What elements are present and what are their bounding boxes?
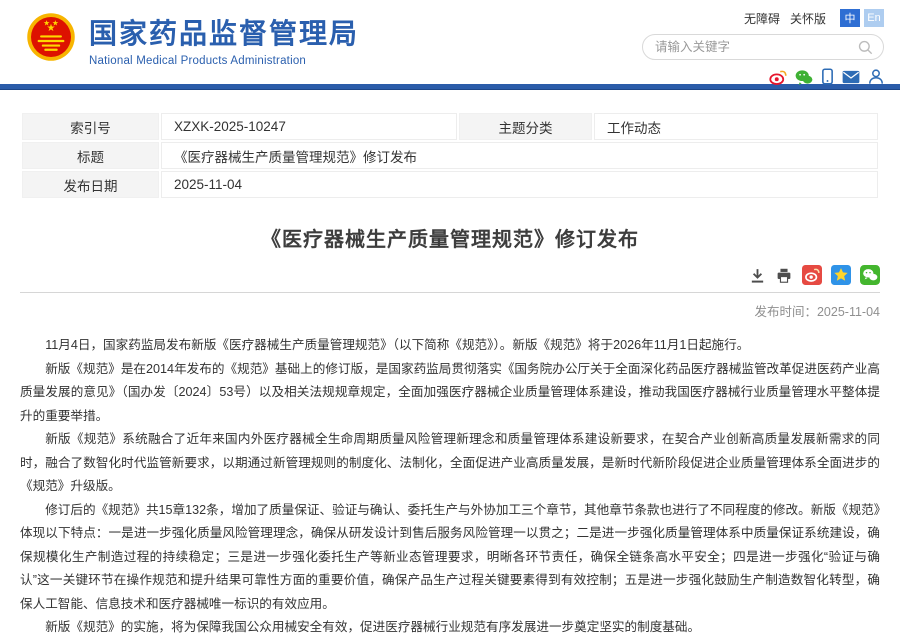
info-label-pubdate: 发布日期 — [22, 171, 159, 198]
article-paragraph: 修订后的《规范》共15章132条，增加了质量保证、验证与确认、委托生产与外协加工… — [20, 499, 880, 617]
wechat-icon[interactable] — [795, 69, 813, 85]
header-right: 无障碍 关怀版 中 En — [642, 9, 884, 85]
accessibility-link[interactable]: 无障碍 — [744, 10, 780, 27]
info-value-index: XZXK-2025-10247 — [161, 113, 457, 140]
publish-time-value: 2025-11-04 — [817, 305, 880, 319]
site-title-en: National Medical Products Administration — [89, 55, 359, 67]
table-row: 发布日期 2025-11-04 — [22, 171, 878, 198]
table-row: 标题 《医疗器械生产质量管理规范》修订发布 — [22, 142, 878, 169]
weibo-icon[interactable] — [769, 69, 787, 85]
publish-time: 发布时间：2025-11-04 — [20, 301, 880, 320]
care-version-link[interactable]: 关怀版 — [790, 10, 826, 27]
document-info-table: 索引号 XZXK-2025-10247 主题分类 工作动态 标题 《医疗器械生产… — [20, 111, 880, 200]
header-social-icons — [642, 68, 884, 85]
download-icon[interactable] — [749, 267, 766, 284]
info-value-pubdate: 2025-11-04 — [161, 171, 878, 198]
search-input[interactable] — [655, 40, 857, 54]
mail-icon[interactable] — [842, 70, 860, 84]
site-header: ★ ★ ★ 国家药品监督管理局 National Medical Product… — [0, 0, 900, 84]
info-label-category: 主题分类 — [459, 113, 592, 140]
info-label-index: 索引号 — [22, 113, 159, 140]
top-links: 无障碍 关怀版 中 En — [642, 9, 884, 27]
article-paragraph: 新版《规范》系统融合了近年来国内外医疗器械全生命周期质量风险管理新理念和质量管理… — [20, 428, 880, 499]
article-paragraph: 新版《规范》的实施，将为保障我国公众用械安全有效，促进医疗器械行业规范有序发展进… — [20, 616, 880, 640]
site-logo-link[interactable]: ★ ★ ★ 国家药品监督管理局 National Medical Product… — [26, 11, 359, 68]
article-body: 11月4日，国家药监局发布新版《医疗器械生产质量管理规范》（以下简称《规范》）。… — [20, 334, 880, 640]
search-box[interactable] — [642, 34, 884, 60]
site-title: 国家药品监督管理局 — [89, 12, 359, 52]
wechat-share-icon[interactable] — [860, 265, 880, 285]
qzone-share-icon[interactable] — [831, 265, 851, 285]
user-icon[interactable] — [868, 68, 884, 85]
article-paragraph: 新版《规范》是在2014年发布的《规范》基础上的修订版，是国家药监局贯彻落实《国… — [20, 358, 880, 429]
brand-text: 国家药品监督管理局 National Medical Products Admi… — [89, 12, 359, 67]
svg-text:★: ★ — [47, 23, 56, 34]
article-paragraph: 11月4日，国家药监局发布新版《医疗器械生产质量管理规范》（以下简称《规范》）。… — [20, 334, 880, 358]
publish-time-label: 发布时间： — [754, 305, 817, 319]
info-label-title: 标题 — [22, 142, 159, 169]
national-emblem-icon: ★ ★ ★ — [26, 11, 76, 68]
info-value-category: 工作动态 — [594, 113, 878, 140]
lang-zh-button[interactable]: 中 — [840, 9, 860, 27]
lang-en-button[interactable]: En — [864, 9, 884, 27]
article-title: 《医疗器械生产质量管理规范》修订发布 — [20, 223, 880, 252]
print-icon[interactable] — [775, 267, 793, 284]
table-row: 索引号 XZXK-2025-10247 主题分类 工作动态 — [22, 113, 878, 140]
mobile-icon[interactable] — [821, 68, 834, 85]
document-page: 索引号 XZXK-2025-10247 主题分类 工作动态 标题 《医疗器械生产… — [0, 90, 900, 640]
search-icon[interactable] — [857, 39, 874, 56]
share-toolbar — [20, 265, 880, 293]
info-value-title: 《医疗器械生产质量管理规范》修订发布 — [161, 142, 878, 169]
weibo-share-icon[interactable] — [802, 265, 822, 285]
